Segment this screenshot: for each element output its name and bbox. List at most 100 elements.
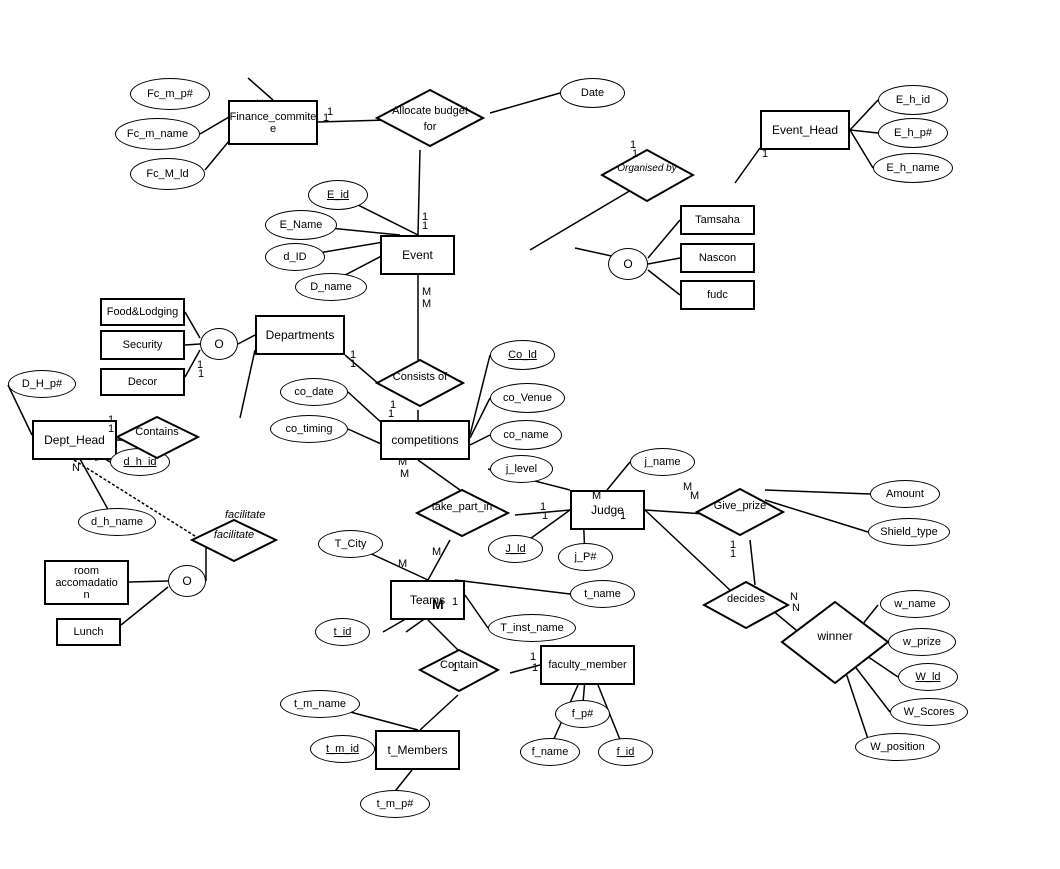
e-h-id-attr: E_h_id xyxy=(878,85,948,115)
give-prize-diamond: Give_prize xyxy=(695,487,785,537)
card-label-m: M xyxy=(422,298,431,310)
card-label-m4: M xyxy=(592,490,601,502)
allocate-budget-diamond: Allocate budget for xyxy=(375,88,485,148)
fc-m-name-attr: Fc_m_name xyxy=(115,118,200,150)
facilitate-diamond: facilitate xyxy=(190,518,278,563)
dept-head-entity: Dept_Head xyxy=(32,420,117,460)
card-label-1k: 1 xyxy=(620,510,626,522)
w-ld-attr: W_ld xyxy=(898,663,958,691)
contain-rel2-diamond: Contain xyxy=(418,648,500,693)
j-level-attr: j_level xyxy=(490,455,553,483)
e-name-attr: E_Name xyxy=(265,210,337,240)
food-lodging-entity: Food&Lodging xyxy=(100,298,185,326)
t-m-p-attr: t_m_p# xyxy=(360,790,430,818)
svg-text:Give_prize: Give_prize xyxy=(714,500,767,512)
co-name-attr: co_name xyxy=(490,420,562,450)
amount-attr: Amount xyxy=(870,480,940,508)
svg-text:winner: winner xyxy=(816,629,852,643)
card-label-m3: M xyxy=(398,558,407,570)
co-id-attr: Co_ld xyxy=(490,340,555,370)
fc-m-id-attr: Fc_M_ld xyxy=(130,158,205,190)
take-part-in-diamond: take_part_in xyxy=(415,488,510,538)
card-label-1n: 1 xyxy=(452,662,458,674)
e-id-attr: E_id xyxy=(308,180,368,210)
er-diagram: 1 1 1 1 M 1 xyxy=(0,0,1060,869)
svg-text:take_part_in: take_part_in xyxy=(432,501,493,513)
event-head-entity: Event_Head xyxy=(760,110,850,150)
organised-by-diamond: Organised by xyxy=(600,148,695,203)
card-label-1i: 1 xyxy=(108,423,114,435)
card-label-1b: 1 xyxy=(422,220,428,232)
co-venue-attr: co_Venue xyxy=(490,383,565,413)
card-label-1h: 1 xyxy=(198,368,204,380)
e-h-name-attr: E_h_name xyxy=(873,153,953,183)
t-m-id-attr: t_m_id xyxy=(310,735,375,763)
departments-entity: Departments xyxy=(255,315,345,355)
lunch-entity: Lunch xyxy=(56,618,121,646)
j-ld-attr: J_ld xyxy=(488,535,543,563)
room-entity: roomaccomadation xyxy=(44,560,129,605)
svg-text:Allocate budget: Allocate budget xyxy=(392,105,468,117)
co-date-attr: co_date xyxy=(280,378,348,406)
d-id-attr: d_ID xyxy=(265,243,325,271)
e-h-p-attr: E_h_p# xyxy=(878,118,948,148)
card-label-1m: 1 xyxy=(452,596,458,608)
card-label-n: N xyxy=(72,462,80,474)
j-p-attr: j_P# xyxy=(558,543,613,571)
event-entity: Event xyxy=(380,235,455,275)
d-h-p-attr: D_H_p# xyxy=(8,370,76,398)
t-city-attr: T_City xyxy=(318,530,383,558)
co-timing-attr: co_timing xyxy=(270,415,348,443)
decor-entity: Decor xyxy=(100,368,185,396)
decides-diamond: decides xyxy=(702,580,790,630)
f-p-attr: f_p# xyxy=(555,700,610,728)
card-label-1a: 1 xyxy=(323,112,329,124)
nascon-entity: Nascon xyxy=(680,243,755,273)
f-id-attr: f_id xyxy=(598,738,653,766)
card-label-1c: 1 xyxy=(632,148,638,160)
svg-text:Contain: Contain xyxy=(440,659,478,671)
w-name-attr: w_name xyxy=(880,590,950,618)
card-label-1d: 1 xyxy=(762,148,768,160)
tamsaha-entity: Tamsaha xyxy=(680,205,755,235)
d-h-name-attr: d_h_name xyxy=(78,508,156,536)
card-label-1g: 1 xyxy=(542,510,548,522)
consists-of-diamond: Consists of xyxy=(375,358,465,408)
svg-text:for: for xyxy=(424,121,437,133)
o-event-attr: O xyxy=(608,248,648,280)
fc-m-p-attr: Fc_m_p# xyxy=(130,78,210,110)
t-inst-name-attr: T_inst_name xyxy=(488,614,576,642)
card-label-1f: 1 xyxy=(388,408,394,420)
svg-text:Consists of: Consists of xyxy=(393,371,448,383)
t-name-attr: t_name xyxy=(570,580,635,608)
svg-text:M: M xyxy=(422,286,431,298)
d-name-attr: D_name xyxy=(295,273,367,301)
svg-text:decides: decides xyxy=(727,593,765,605)
shield-type-attr: Shield_type xyxy=(868,518,950,546)
date-attr: Date xyxy=(560,78,625,108)
contains-diamond: Contains xyxy=(115,415,200,460)
svg-text:Contains: Contains xyxy=(135,426,179,438)
w-prize-attr: w_prize xyxy=(888,628,956,656)
svg-text:M: M xyxy=(432,546,441,558)
w-scores-attr: W_Scores xyxy=(890,698,968,726)
judge-entity: Judge xyxy=(570,490,645,530)
j-name-attr: j_name xyxy=(630,448,695,476)
finance-committee-entity: Finance_commite e xyxy=(228,100,318,145)
fudc-entity: fudc xyxy=(680,280,755,310)
t-id-attr: t_id xyxy=(315,618,370,646)
f-name-attr: f_name xyxy=(520,738,580,766)
card-label-n2: N xyxy=(792,602,800,614)
svg-text:facilitate: facilitate xyxy=(214,529,254,541)
card-label-1l: 1 xyxy=(730,548,736,560)
w-position-attr: W_position xyxy=(855,733,940,761)
t-m-name-attr: t_m_name xyxy=(280,690,360,718)
t-members-entity: t_Members xyxy=(375,730,460,770)
card-label-1e: 1 xyxy=(350,358,356,370)
security-entity: Security xyxy=(100,330,185,360)
card-label-m-bold: M xyxy=(432,596,444,612)
card-label-m2: M xyxy=(400,468,409,480)
card-label-m5: M xyxy=(690,490,699,502)
o-dept-attr: O xyxy=(200,328,238,360)
card-label-1o: 1 xyxy=(532,662,538,674)
